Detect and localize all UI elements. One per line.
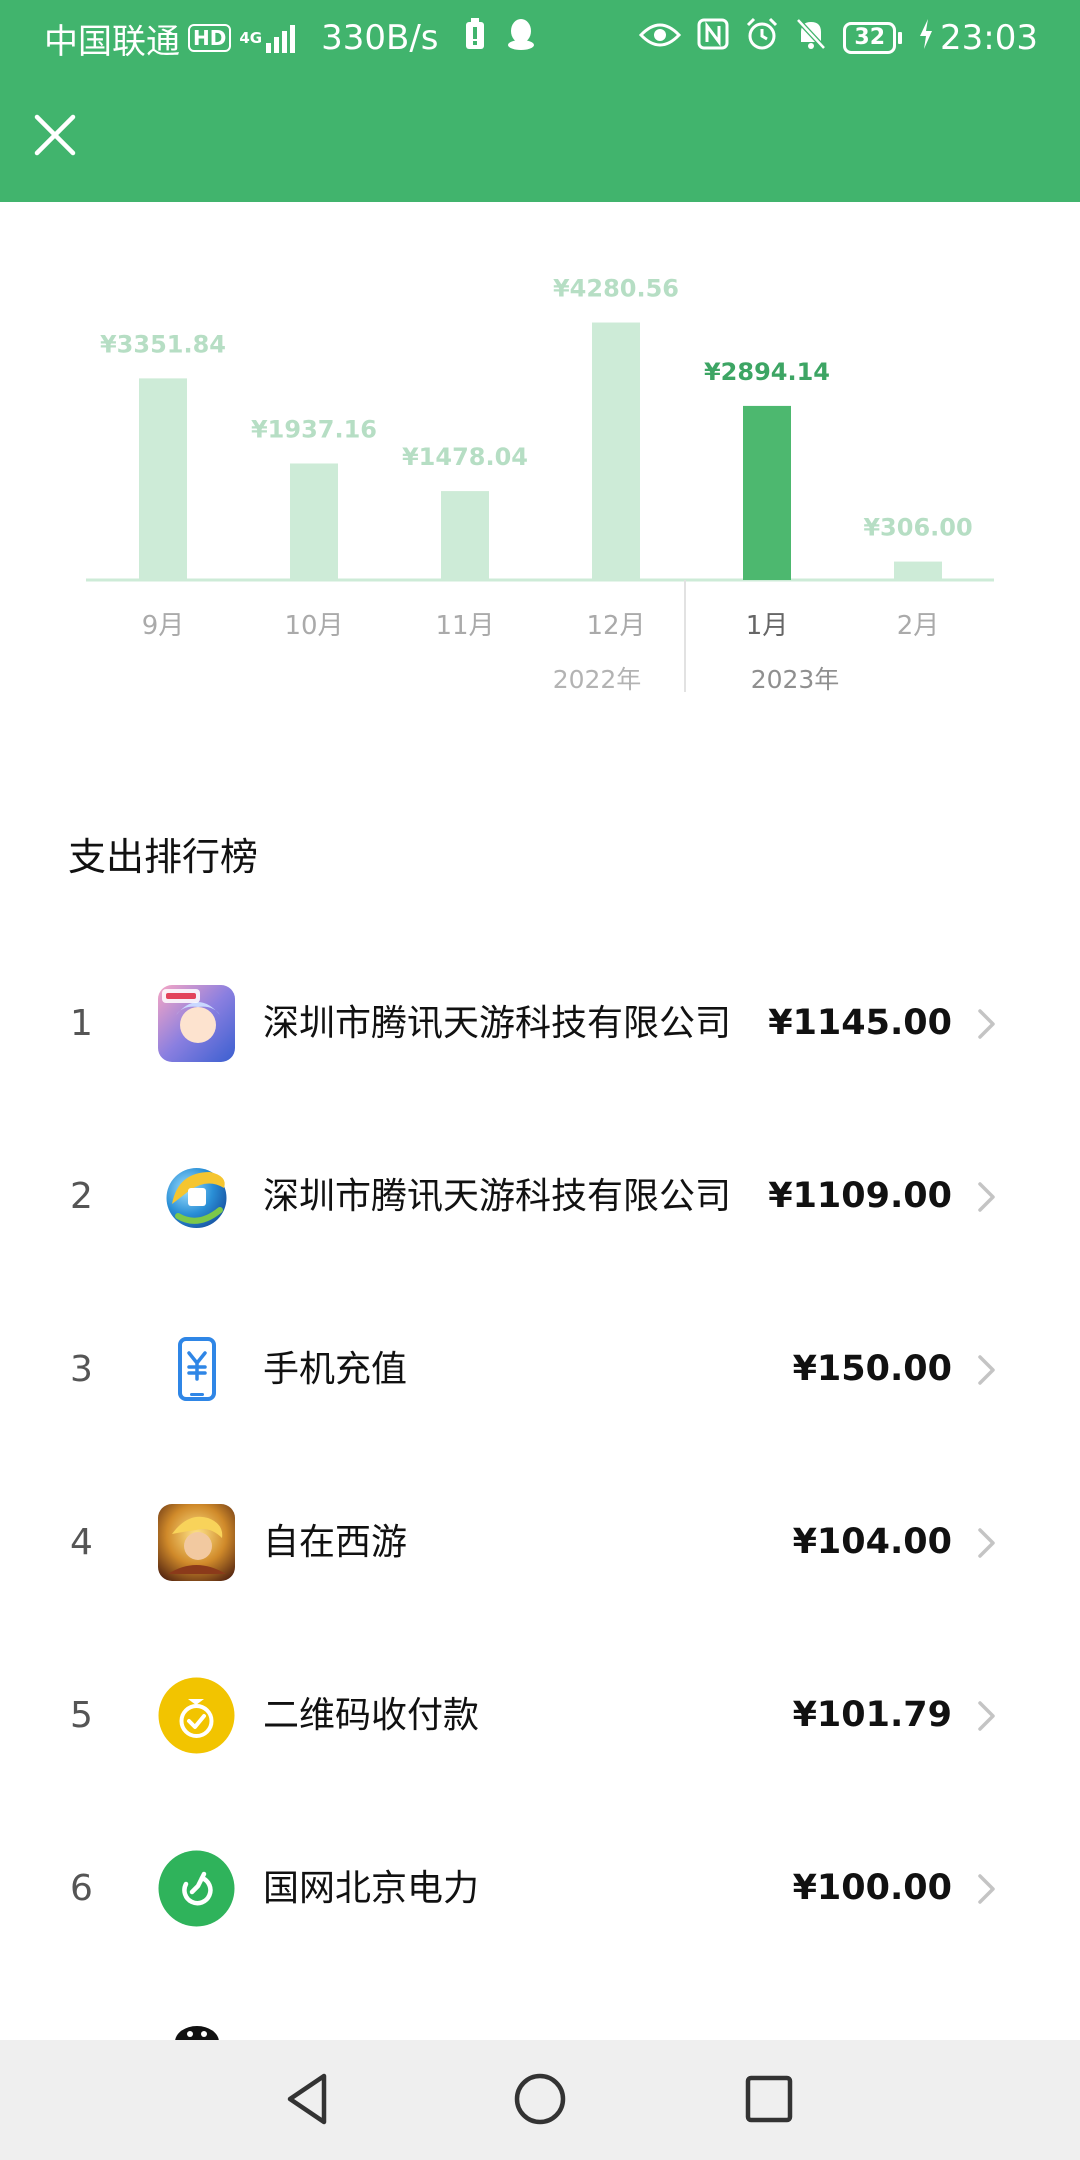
x-tick-label: 1月 — [746, 611, 789, 641]
home-button[interactable] — [505, 2064, 575, 2134]
year-label-2023: 2023年 — [751, 665, 840, 694]
rank-number: 2 — [70, 1176, 93, 1217]
chevron-right-icon — [975, 1697, 999, 1735]
status-bar-right: 32 23:03 — [639, 14, 1038, 62]
game-zizaixiyou-icon — [158, 1504, 235, 1581]
clock: 23:03 — [940, 18, 1038, 58]
battery-saver-icon — [464, 17, 486, 60]
bar-2月[interactable] — [894, 561, 942, 580]
ranking-row-3[interactable]: 3 手机充值 ¥150.00 — [0, 1283, 1080, 1456]
bar-11月[interactable] — [441, 491, 489, 580]
merchant-name: 手机充值 — [263, 1349, 408, 1390]
rank-number: 1 — [70, 1003, 93, 1044]
bar-chart: ¥3351.84 9月 ¥1937.16 10月 ¥1478.04 11月 ¥4280.56… — [86, 275, 994, 694]
amount: ¥150.00 — [792, 1349, 952, 1389]
nfc-icon — [697, 18, 729, 59]
home-circle-icon — [514, 2073, 566, 2125]
merchant-name: 深圳市腾讯天游科技有限公司 — [263, 1176, 732, 1217]
ranking-row-2[interactable]: 2 深圳市腾讯天游科技有限公司 ¥1109.00 — [0, 1110, 1080, 1283]
qr-payment-icon — [158, 1677, 235, 1754]
amount: ¥1145.00 — [768, 1003, 952, 1043]
hd-badge: HD — [188, 24, 232, 52]
recents-button[interactable] — [734, 2064, 804, 2134]
recents-square-icon — [745, 2075, 793, 2123]
eye-comfort-icon — [639, 18, 682, 58]
carrier-label: 中国联通 — [44, 21, 180, 62]
bar-value-label: ¥1937.16 — [251, 415, 377, 443]
chevron-right-icon — [975, 1178, 999, 1216]
x-tick-label: 2月 — [897, 611, 940, 641]
x-tick-label: 12月 — [586, 611, 645, 641]
battery-icon: 32 — [843, 22, 903, 54]
amount: ¥1109.00 — [768, 1176, 952, 1216]
ranking-row-6[interactable]: 6 国网北京电力 ¥100.00 — [0, 1802, 1080, 1975]
chevron-right-icon — [975, 1351, 999, 1389]
ranking-title: 支出排行榜 — [68, 835, 259, 879]
status-bar-left: 中国联通 HD 4G 330B/s — [44, 14, 536, 62]
next-item-icon — [175, 2026, 219, 2040]
top-bar: 中国联通 HD 4G 330B/s 32 23:03 — [0, 0, 1080, 202]
bar-value-label: ¥4280.56 — [553, 275, 679, 303]
system-navigation-bar — [0, 2040, 1080, 2160]
ranking-row-7-partial — [172, 2024, 222, 2040]
bar-value-label: ¥1478.04 — [402, 443, 528, 471]
back-triangle-icon — [287, 2073, 327, 2125]
rank-number: 6 — [70, 1868, 93, 1909]
battery-level: 32 — [843, 22, 897, 54]
rank-number: 4 — [70, 1522, 93, 1563]
back-button[interactable] — [274, 2064, 344, 2134]
bar-10月[interactable] — [290, 463, 338, 580]
network-speed: 330B/s — [321, 18, 439, 58]
x-tick-label: 9月 — [142, 611, 185, 641]
chevron-right-icon — [975, 1005, 999, 1043]
network-type: 4G — [239, 28, 263, 47]
qq-browser-icon — [158, 1158, 235, 1235]
bar-9月[interactable] — [139, 378, 187, 580]
bar-1月[interactable] — [743, 405, 791, 580]
close-button[interactable] — [30, 110, 80, 160]
ranking-row-4[interactable]: 4 自在西游 ¥104.00 — [0, 1456, 1080, 1629]
merchant-name: 二维码收付款 — [263, 1695, 480, 1736]
chevron-right-icon — [975, 1524, 999, 1562]
monthly-expense-chart: ¥3351.84 9月 ¥1937.16 10月 ¥1478.04 11月 ¥4280.56… — [0, 202, 1080, 742]
x-tick-label: 11月 — [435, 611, 494, 641]
merchant-name: 自在西游 — [263, 1522, 408, 1563]
game-app-icon — [158, 985, 235, 1062]
ranking-row-5[interactable]: 5 二维码收付款 ¥101.79 — [0, 1629, 1080, 1802]
bar-value-label: ¥2894.14 — [704, 358, 830, 386]
amount: ¥101.79 — [792, 1695, 952, 1735]
year-label-2022: 2022年 — [553, 665, 642, 694]
signal-icon — [266, 23, 296, 53]
bar-12月[interactable] — [592, 322, 640, 580]
bar-value-label: ¥3351.84 — [100, 330, 226, 358]
rank-number: 3 — [70, 1349, 93, 1390]
state-grid-icon — [158, 1850, 235, 1927]
merchant-name: 深圳市腾讯天游科技有限公司 — [263, 1003, 732, 1044]
qq-icon — [506, 17, 536, 60]
alarm-icon — [745, 17, 779, 60]
amount: ¥104.00 — [792, 1522, 952, 1562]
chevron-right-icon — [975, 1870, 999, 1908]
bar-value-label: ¥306.00 — [863, 514, 972, 542]
mute-notification-icon — [795, 17, 827, 60]
amount: ¥100.00 — [792, 1868, 952, 1908]
ranking-row-1[interactable]: 1 深圳市腾讯天游科技有限公司 ¥1145.00 — [0, 937, 1080, 1110]
phone-topup-icon — [158, 1331, 235, 1408]
close-icon — [34, 114, 76, 156]
x-tick-label: 10月 — [284, 611, 343, 641]
merchant-name: 国网北京电力 — [263, 1868, 480, 1909]
rank-number: 5 — [70, 1695, 93, 1736]
charging-icon — [918, 18, 934, 59]
